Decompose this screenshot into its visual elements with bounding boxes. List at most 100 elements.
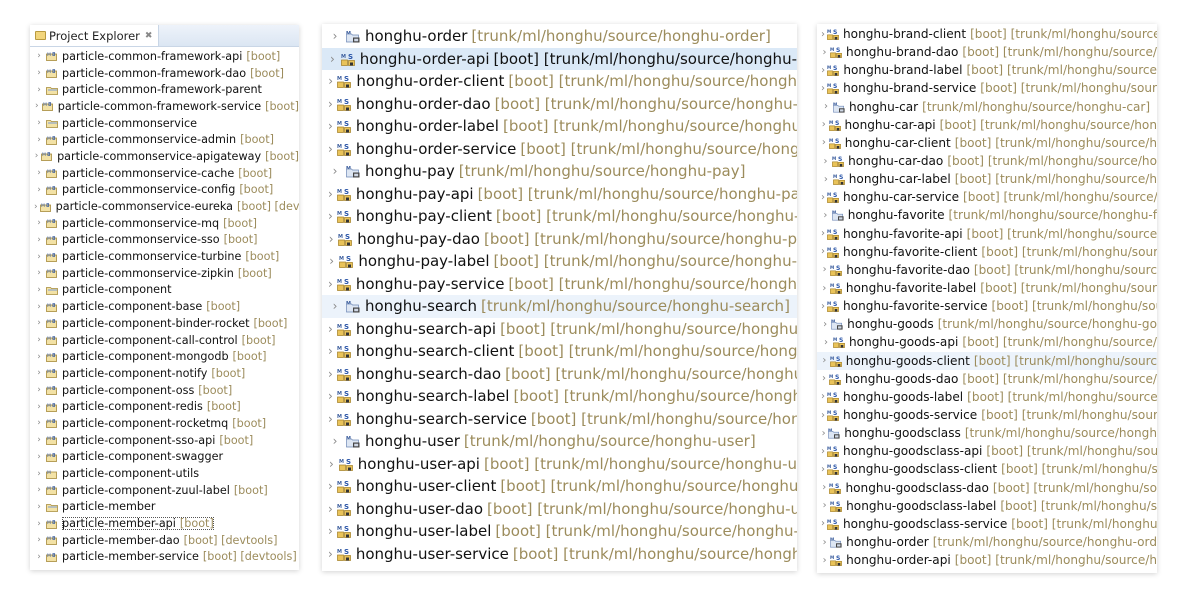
expand-chevron-icon[interactable]: › xyxy=(34,135,44,145)
tree-item[interactable]: › M 8 particle-commonservice-turbine [boot] xyxy=(30,248,299,265)
tree-item[interactable]: › M 8 particle-component-mongodb [boot] xyxy=(30,348,299,365)
tree-item[interactable]: › M 8 particle-component-zuul-label [boot] xyxy=(30,482,299,499)
tree-item[interactable]: › M 8 particle-component-call-control [boot] xyxy=(30,332,299,349)
expand-chevron-icon[interactable]: › xyxy=(821,283,828,294)
tree-item[interactable]: › M 8 particle-commonservice-eureka [boot] [… xyxy=(30,198,299,215)
tree-item[interactable]: › M Shonghu-goodsclass-api [boot] [trunk/ml… xyxy=(817,442,1157,460)
tree-item[interactable]: › M Shonghu-user-label [boot] [trunk/ml/hon… xyxy=(322,520,797,543)
tree-item[interactable]: › M Shonghu-search-label [boot] [trunk/ml/h… xyxy=(322,385,797,408)
expand-chevron-icon[interactable]: › xyxy=(328,97,333,111)
expand-chevron-icon[interactable]: › xyxy=(34,268,44,278)
tree-item[interactable]: › M 8 particle-component-swagger xyxy=(30,449,299,466)
expand-chevron-icon[interactable]: › xyxy=(34,85,44,95)
expand-chevron-icon[interactable]: › xyxy=(821,355,828,366)
tree-item[interactable]: › M Shonghu-order-dao [boot] [trunk/ml/hong… xyxy=(322,93,797,116)
tree-item[interactable]: › M Shonghu-favorite-dao [boot] [trunk/ml/h… xyxy=(817,261,1157,279)
expand-chevron-icon[interactable]: › xyxy=(34,535,44,545)
expand-chevron-icon[interactable]: › xyxy=(821,319,829,330)
tree-item[interactable]: › M Shonghu-favorite-label [boot] [trunk/ml… xyxy=(817,279,1157,297)
tree-item[interactable]: › M 8 particle-common-framework-dao [boot] xyxy=(30,65,299,82)
expand-chevron-icon[interactable]: › xyxy=(34,185,44,195)
tree-item[interactable]: › M Shonghu-user-client [boot] [trunk/ml/ho… xyxy=(322,475,797,498)
tree-item[interactable]: › particle-member xyxy=(30,499,299,516)
tree-item[interactable]: › M Shonghu-pay-api [boot] [trunk/ml/honghu… xyxy=(322,183,797,206)
tree-item[interactable]: › M 8 particle-commonservice-mq [boot] xyxy=(30,215,299,232)
expand-chevron-icon[interactable]: › xyxy=(34,202,38,212)
tree-item[interactable]: › M Shonghu-goodsclass-service [boot] [trun… xyxy=(817,515,1157,533)
tree-item[interactable]: › M Shonghu-favorite-service [boot] [trunk/… xyxy=(817,297,1157,315)
tree-item[interactable]: › Mparticle-component-utils xyxy=(30,465,299,482)
expand-chevron-icon[interactable]: › xyxy=(821,174,831,185)
tree-item[interactable]: › M Shonghu-favorite-client [boot] [trunk/m… xyxy=(817,243,1157,261)
tree-item[interactable]: › M Shonghu-goods-label [boot] [trunk/ml/ho… xyxy=(817,388,1157,406)
expand-chevron-icon[interactable]: › xyxy=(328,74,333,88)
tree-item[interactable]: › M Shonghu-goodsclass-dao [boot] [trunk/ml… xyxy=(817,479,1157,497)
tree-item[interactable]: › particle-component xyxy=(30,282,299,299)
expand-chevron-icon[interactable]: › xyxy=(34,252,44,262)
expand-chevron-icon[interactable]: › xyxy=(328,119,333,133)
expand-chevron-icon[interactable]: › xyxy=(34,519,44,529)
expand-chevron-icon[interactable]: › xyxy=(328,164,342,178)
tab-project-explorer[interactable]: Project Explorer ✖ xyxy=(30,25,160,46)
tree-item[interactable]: › M Shonghu-brand-service [boot] [trunk/ml/… xyxy=(817,79,1157,97)
tree-item[interactable]: ›Mhonghu-order[trunk/ml/honghu/source/ho… xyxy=(817,533,1157,551)
tree-item[interactable]: › M Shonghu-order-client [boot] [trunk/ml/h… xyxy=(322,70,797,93)
expand-chevron-icon[interactable]: › xyxy=(34,469,44,479)
tree-item[interactable]: › M Shonghu-order-label [boot] [trunk/ml/ho… xyxy=(322,115,797,138)
tree-item[interactable]: › M Shonghu-car-client [boot] [trunk/ml/hon… xyxy=(817,134,1157,152)
tree-item[interactable]: › M 8 particle-component-oss [boot] xyxy=(30,382,299,399)
expand-chevron-icon[interactable]: › xyxy=(821,47,828,58)
expand-chevron-icon[interactable]: › xyxy=(821,428,826,439)
tree-item[interactable]: › M Shonghu-goods-client [boot] [trunk/ml/h… xyxy=(817,351,1157,370)
expand-chevron-icon[interactable]: › xyxy=(328,29,342,43)
tree-item[interactable]: › M Shonghu-brand-dao [boot] [trunk/ml/hong… xyxy=(817,43,1157,61)
tree-item[interactable]: › M Shonghu-car-api [boot] [trunk/ml/honghu… xyxy=(817,116,1157,134)
expand-chevron-icon[interactable]: › xyxy=(34,352,44,362)
expand-chevron-icon[interactable]: › xyxy=(328,524,333,538)
expand-chevron-icon[interactable]: › xyxy=(34,302,44,312)
expand-chevron-icon[interactable]: › xyxy=(34,485,44,495)
tree-item[interactable]: › M Shonghu-pay-client [boot] [trunk/ml/hon… xyxy=(322,205,797,228)
tree-item[interactable]: › M Shonghu-brand-client [boot] [trunk/ml/h… xyxy=(817,25,1157,43)
expand-chevron-icon[interactable]: › xyxy=(821,192,825,203)
expand-chevron-icon[interactable]: › xyxy=(328,412,333,426)
expand-chevron-icon[interactable]: › xyxy=(821,65,825,76)
expand-chevron-icon[interactable]: › xyxy=(821,518,825,529)
tree-item[interactable]: › M 8 particle-component-notify [boot] xyxy=(30,365,299,382)
expand-chevron-icon[interactable]: › xyxy=(821,156,830,167)
tree-item[interactable]: ›Mhonghu-goodsclass[trunk/ml/honghu/sour… xyxy=(817,424,1157,442)
tree-item[interactable]: › M 8 particle-common-framework-service [boo… xyxy=(30,98,299,115)
tree-item[interactable]: › M 8 particle-common-framework-api [boot] xyxy=(30,48,299,65)
expand-chevron-icon[interactable]: › xyxy=(328,547,333,561)
tree-item[interactable]: › M Shonghu-search-dao [boot] [trunk/ml/hon… xyxy=(322,363,797,386)
tree-item[interactable]: › M Shonghu-user-dao [boot] [trunk/ml/hongh… xyxy=(322,498,797,521)
tree-item[interactable]: › M Shonghu-goodsclass-client [boot] [trunk… xyxy=(817,460,1157,478)
tree-item[interactable]: › M 8 particle-component-rocketmq [boot] xyxy=(30,415,299,432)
expand-chevron-icon[interactable]: › xyxy=(821,500,828,511)
close-icon[interactable]: ✖ xyxy=(145,31,153,41)
tree-item[interactable]: › M 8 particle-commonservice-admin [boot] xyxy=(30,131,299,148)
tree-item[interactable]: › particle-commonservice xyxy=(30,115,299,132)
expand-chevron-icon[interactable]: › xyxy=(34,168,44,178)
expand-chevron-icon[interactable]: › xyxy=(34,51,44,61)
expand-chevron-icon[interactable]: › xyxy=(328,344,333,358)
tree-item[interactable]: › M Shonghu-pay-label [boot] [trunk/ml/hong… xyxy=(322,250,797,273)
expand-chevron-icon[interactable]: › xyxy=(821,264,828,275)
expand-chevron-icon[interactable]: › xyxy=(328,187,333,201)
tree-item[interactable]: › M 8 particle-commonservice-zipkin [boot] xyxy=(30,265,299,282)
tree-item[interactable]: › M Shonghu-order-api [boot] [trunk/ml/hong… xyxy=(817,551,1157,569)
expand-chevron-icon[interactable]: › xyxy=(328,502,333,516)
expand-chevron-icon[interactable]: › xyxy=(821,446,825,457)
expand-chevron-icon[interactable]: › xyxy=(821,228,825,239)
expand-chevron-icon[interactable]: › xyxy=(328,322,333,336)
tree-item[interactable]: › Mhonghu-user[trunk/ml/honghu/source/hon… xyxy=(322,430,797,453)
expand-chevron-icon[interactable]: › xyxy=(328,52,337,66)
tree-item[interactable]: › particle-common-framework-parent xyxy=(30,81,299,98)
tree-item[interactable]: › M 8 particle-member-api [boot] xyxy=(30,515,299,532)
expand-chevron-icon[interactable]: › xyxy=(34,118,44,128)
expand-chevron-icon[interactable]: › xyxy=(821,391,825,402)
expand-chevron-icon[interactable]: › xyxy=(34,418,44,428)
tree-item[interactable]: › M Shonghu-car-label [boot] [trunk/ml/hong… xyxy=(817,170,1157,188)
expand-chevron-icon[interactable]: › xyxy=(821,555,828,566)
expand-chevron-icon[interactable]: › xyxy=(821,210,830,221)
